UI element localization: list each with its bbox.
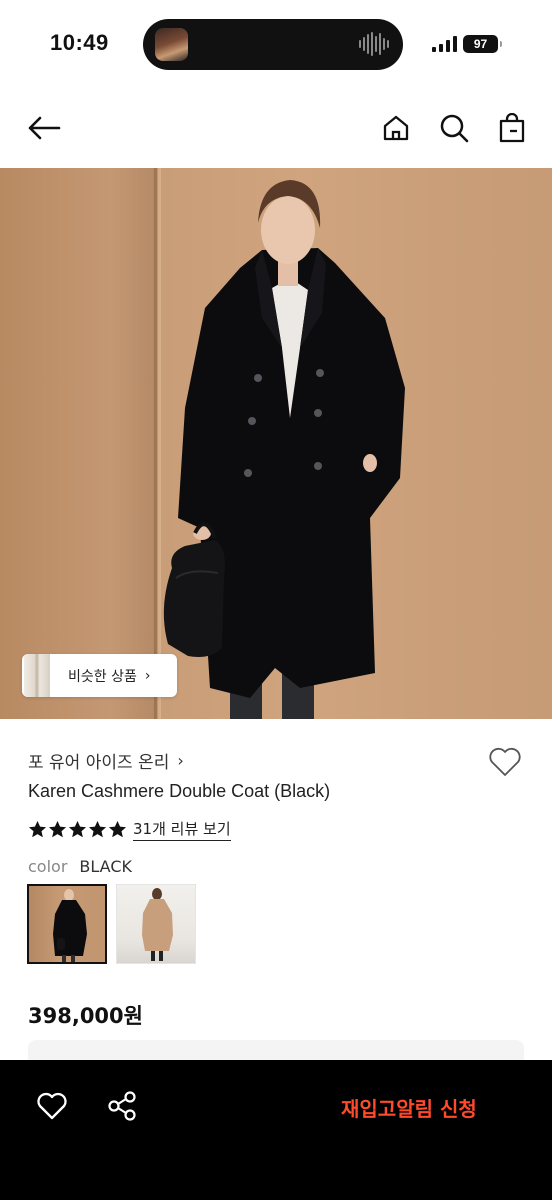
chevron-right-icon: › [144, 667, 151, 684]
brand-name: 포 유어 아이즈 온리 [28, 753, 170, 773]
shopping-bag-icon [499, 113, 525, 143]
heart-icon [489, 747, 521, 776]
rating-row: 31개 리뷰 보기 [28, 818, 231, 841]
camel-coat-thumbnail [142, 888, 173, 961]
star-icon [48, 820, 67, 838]
share-button[interactable] [104, 1088, 140, 1124]
share-icon [108, 1091, 136, 1121]
star-icon [28, 820, 47, 838]
reviews-link[interactable]: 31개 리뷰 보기 [133, 818, 231, 841]
product-price: 398,000원 [28, 1004, 143, 1028]
brand-link[interactable]: 포 유어 아이즈 온리 › [28, 748, 184, 773]
heart-icon [37, 1092, 67, 1120]
battery-indicator: 97 [463, 35, 502, 53]
similar-products-label: 비슷한 상품 [68, 668, 137, 685]
color-label: color [28, 857, 68, 876]
star-rating [28, 820, 127, 839]
color-value: BLACK [79, 857, 132, 876]
star-icon [108, 820, 127, 838]
cellular-signal-icon [432, 36, 457, 52]
model-in-coat-illustration [163, 180, 405, 719]
status-time: 10:49 [50, 30, 109, 55]
audio-waveform-icon [359, 31, 389, 57]
color-option-row: color BLACK [28, 857, 132, 876]
cart-button[interactable] [494, 110, 530, 146]
dynamic-island[interactable] [143, 19, 403, 70]
bottom-action-bar: 재입고알림 신청 [0, 1060, 552, 1200]
back-button[interactable] [26, 110, 62, 146]
top-navigation [0, 98, 552, 158]
color-swatch-black[interactable] [27, 884, 107, 964]
now-playing-artwork [155, 28, 188, 61]
product-title: Karen Cashmere Double Coat (Black) [28, 781, 331, 801]
search-icon [440, 114, 469, 143]
product-image[interactable]: 비슷한 상품 › [0, 168, 552, 719]
wishlist-bottom-button[interactable] [34, 1088, 70, 1124]
similar-products-button[interactable]: 비슷한 상품 › [22, 654, 177, 697]
star-icon [88, 820, 107, 838]
star-icon [68, 820, 87, 838]
back-arrow-icon [28, 116, 61, 140]
color-swatch-camel[interactable] [116, 884, 196, 964]
home-button[interactable] [378, 110, 414, 146]
search-button[interactable] [436, 110, 472, 146]
similar-products-thumbnail [24, 654, 50, 697]
chevron-right-icon: › [177, 751, 184, 770]
home-icon [383, 115, 409, 141]
restock-alert-button[interactable]: 재입고알림 신청 [341, 1093, 477, 1122]
black-coat-thumbnail [53, 889, 87, 962]
status-bar: 10:49 97 [0, 0, 552, 90]
wishlist-button[interactable] [487, 744, 523, 780]
